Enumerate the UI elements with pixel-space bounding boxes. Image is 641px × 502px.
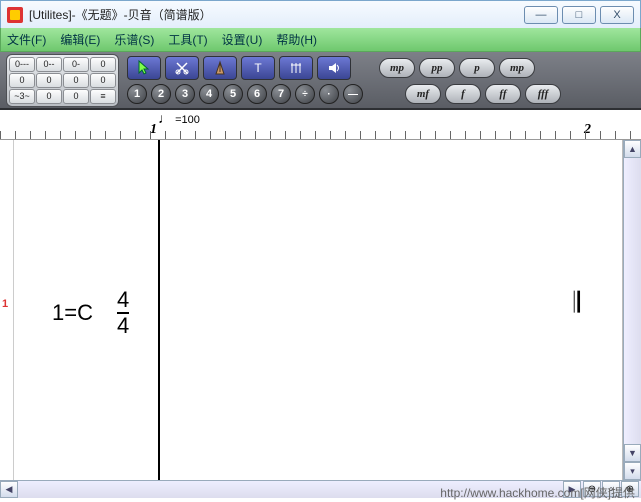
- scroll-up-button[interactable]: ▲: [624, 140, 641, 158]
- close-button[interactable]: X: [600, 6, 634, 24]
- num-7[interactable]: 7: [271, 84, 291, 104]
- palette-cell[interactable]: 0: [9, 73, 35, 88]
- num-dot[interactable]: ·: [319, 84, 339, 104]
- palette-cell[interactable]: 0: [36, 73, 62, 88]
- scroll-left-button[interactable]: ◀: [0, 481, 18, 498]
- maximize-button[interactable]: □: [562, 6, 596, 24]
- window-controls: — □ X: [524, 6, 634, 24]
- time-denominator: 4: [117, 316, 129, 336]
- metronome-tool[interactable]: [203, 56, 237, 80]
- time-signature: 4 4: [117, 290, 129, 336]
- svg-text:T: T: [254, 61, 262, 75]
- score-canvas[interactable]: 1=C 4 4 𝄂: [14, 140, 623, 480]
- speaker-icon: [326, 60, 342, 76]
- num-2[interactable]: 2: [151, 84, 171, 104]
- menubar: 文件(F) 编辑(E) 乐谱(S) 工具(T) 设置(U) 帮助(H): [0, 28, 641, 52]
- cut-tool[interactable]: [165, 56, 199, 80]
- palette-cell[interactable]: ≡: [90, 89, 116, 104]
- num-4[interactable]: 4: [199, 84, 219, 104]
- app-icon: [7, 7, 23, 23]
- key-signature: 1=C: [52, 300, 93, 326]
- menu-tools[interactable]: 工具(T): [168, 31, 207, 48]
- palette-cell[interactable]: ~3~: [9, 89, 35, 104]
- menu-score[interactable]: 乐谱(S): [114, 31, 154, 48]
- tempo-note-icon: ♩: [158, 112, 172, 127]
- num-5[interactable]: 5: [223, 84, 243, 104]
- tool-row-bottom: 1 2 3 4 5 6 7 ÷ · — mf f ff fff: [127, 84, 635, 104]
- palette-cell[interactable]: 0--: [36, 57, 62, 72]
- watermark-text: http://www.hackhome.com[网侠]提供: [440, 484, 635, 501]
- num-dash[interactable]: —: [343, 84, 363, 104]
- scroll-down-button[interactable]: ▼: [624, 444, 641, 462]
- palette-cell[interactable]: 0: [90, 73, 116, 88]
- scissors-icon: [174, 60, 190, 76]
- palette-cell[interactable]: 0---: [9, 57, 35, 72]
- pointer-tool[interactable]: [127, 56, 161, 80]
- dynamic-pp[interactable]: pp: [419, 58, 455, 78]
- workspace: 1 1=C 4 4 𝄂 ▲ ▼ ▾: [0, 140, 641, 480]
- tempo-value: =100: [175, 114, 200, 126]
- palette-cell[interactable]: 0-: [63, 57, 89, 72]
- menu-settings[interactable]: 设置(U): [222, 31, 263, 48]
- dynamic-mp[interactable]: mp: [379, 58, 415, 78]
- palette-cell[interactable]: 0: [36, 89, 62, 104]
- menu-help[interactable]: 帮助(H): [276, 31, 317, 48]
- num-1[interactable]: 1: [127, 84, 147, 104]
- metronome-icon: [212, 60, 228, 76]
- dynamic-f[interactable]: f: [445, 84, 481, 104]
- cursor-icon: [136, 60, 152, 76]
- minimize-button[interactable]: —: [524, 6, 558, 24]
- time-numerator: 4: [117, 290, 129, 310]
- toolbar: 0--- 0-- 0- 0 0 0 0 0 ~3~ 0 0 ≡ T: [0, 52, 641, 110]
- score-content: 1=C 4 4: [52, 290, 129, 336]
- menu-edit[interactable]: 编辑(E): [60, 31, 100, 48]
- scroll-extra-button[interactable]: ▾: [624, 462, 641, 480]
- ruler[interactable]: ♩ =100 1 2: [0, 110, 641, 140]
- speaker-tool[interactable]: [317, 56, 351, 80]
- tempo-marking: ♩ =100: [158, 112, 200, 128]
- titlebar: [Utilites]-《无题》-贝音（简谱版） — □ X: [0, 0, 641, 28]
- num-3[interactable]: 3: [175, 84, 195, 104]
- playhead-line: [158, 140, 160, 480]
- dynamic-mp2[interactable]: mp: [499, 58, 535, 78]
- ruler-ticks: [0, 131, 641, 139]
- text-tool[interactable]: T: [241, 56, 275, 80]
- text-icon: T: [250, 60, 266, 76]
- num-6[interactable]: 6: [247, 84, 267, 104]
- tool-row-top: T mp pp p mp: [127, 56, 635, 80]
- dynamic-fff[interactable]: fff: [525, 84, 561, 104]
- vscroll-track[interactable]: [624, 158, 641, 444]
- palette-cell[interactable]: 0: [63, 73, 89, 88]
- palette-cell[interactable]: 0: [63, 89, 89, 104]
- chord-tool[interactable]: [279, 56, 313, 80]
- window-title: [Utilites]-《无题》-贝音（简谱版）: [29, 6, 524, 23]
- num-div[interactable]: ÷: [295, 84, 315, 104]
- chord-icon: [288, 60, 304, 76]
- vertical-scrollbar[interactable]: ▲ ▼ ▾: [623, 140, 641, 480]
- note-palette: 0--- 0-- 0- 0 0 0 0 0 ~3~ 0 0 ≡: [6, 54, 119, 107]
- menu-file[interactable]: 文件(F): [7, 31, 46, 48]
- line-number: 1: [2, 298, 8, 310]
- palette-cell[interactable]: 0: [90, 57, 116, 72]
- final-barline: 𝄂: [574, 288, 578, 320]
- line-gutter: 1: [0, 140, 14, 480]
- dynamic-mf[interactable]: mf: [405, 84, 441, 104]
- dynamic-ff[interactable]: ff: [485, 84, 521, 104]
- dynamic-p[interactable]: p: [459, 58, 495, 78]
